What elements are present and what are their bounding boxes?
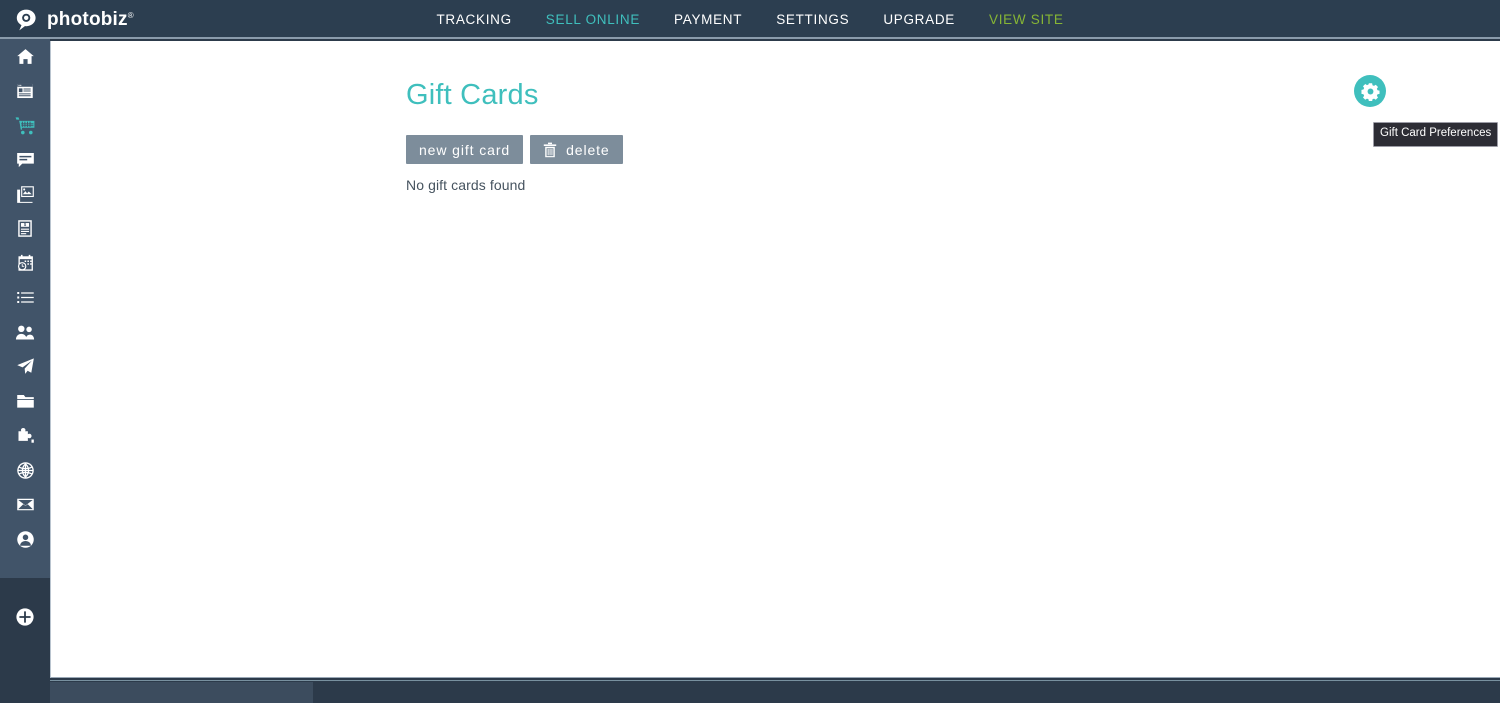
sidebar-item-account[interactable] xyxy=(0,522,50,557)
brand-logo[interactable]: photobiz xyxy=(14,0,134,39)
nav-item-tracking[interactable]: TRACKING xyxy=(436,0,511,39)
sidebar-item-domains[interactable] xyxy=(0,453,50,488)
sidebar-item-pages[interactable] xyxy=(0,74,50,109)
gift-card-preferences-tooltip: Gift Card Preferences xyxy=(1373,122,1499,147)
gear-icon xyxy=(1360,82,1380,101)
sidebar-item-blog[interactable] xyxy=(0,143,50,178)
calendar-clock-icon xyxy=(16,254,35,273)
invoice-dollar-icon: $ xyxy=(17,219,33,238)
scrollbar-corner xyxy=(0,678,50,703)
main-content-area: Gift Cards new gift card delete No gift … xyxy=(50,41,1500,678)
sidebar-item-contacts[interactable] xyxy=(0,315,50,350)
top-header-bar: photobiz TRACKING SELL ONLINE PAYMENT SE… xyxy=(0,0,1500,39)
shopping-cart-icon xyxy=(15,116,35,135)
sidebar-item-invoices[interactable]: $ xyxy=(0,212,50,247)
user-circle-icon xyxy=(16,530,35,549)
paper-plane-icon xyxy=(16,357,35,376)
home-icon xyxy=(16,47,35,66)
photobiz-logo-icon xyxy=(14,8,38,32)
sidebar-item-apps[interactable] xyxy=(0,419,50,454)
sidebar-item-scheduling[interactable] xyxy=(0,246,50,281)
plus-circle-icon xyxy=(15,607,35,627)
sidebar-item-marketing[interactable] xyxy=(0,350,50,385)
folder-icon xyxy=(16,393,35,409)
nav-item-sell-online[interactable]: SELL ONLINE xyxy=(546,0,640,39)
new-gift-card-button[interactable]: new gift card xyxy=(406,135,524,164)
sidebar-item-galleries[interactable] xyxy=(0,177,50,212)
delete-button-label: delete xyxy=(566,141,610,158)
list-icon xyxy=(16,290,35,305)
gift-card-preferences-button[interactable] xyxy=(1354,75,1386,107)
sidebar-item-files[interactable] xyxy=(0,384,50,419)
sidebar-item-add-new[interactable] xyxy=(0,600,50,635)
horizontal-scrollbar-track[interactable] xyxy=(50,680,1500,703)
nav-item-upgrade[interactable]: UPGRADE xyxy=(883,0,955,39)
puzzle-piece-icon xyxy=(16,427,35,445)
comment-bubble-icon xyxy=(16,151,35,169)
envelope-icon xyxy=(16,497,35,512)
horizontal-scrollbar-thumb[interactable] xyxy=(50,682,313,703)
browser-window-icon xyxy=(16,82,34,100)
delete-button[interactable]: delete xyxy=(530,135,623,164)
brand-name: photobiz xyxy=(47,10,134,29)
left-sidebar: $ xyxy=(0,39,50,703)
sidebar-item-lists[interactable] xyxy=(0,281,50,316)
people-icon xyxy=(15,324,35,341)
images-icon xyxy=(16,185,35,204)
sidebar-item-home[interactable] xyxy=(0,39,50,74)
app-root: photobiz TRACKING SELL ONLINE PAYMENT SE… xyxy=(0,0,1500,703)
page-title: Gift Cards xyxy=(406,79,539,111)
nav-item-settings[interactable]: SETTINGS xyxy=(776,0,849,39)
main-navigation: TRACKING SELL ONLINE PAYMENT SETTINGS UP… xyxy=(0,0,1500,39)
nav-item-payment[interactable]: PAYMENT xyxy=(674,0,742,39)
sidebar-item-email[interactable] xyxy=(0,488,50,523)
globe-icon xyxy=(16,461,35,480)
trash-icon xyxy=(543,142,557,158)
new-gift-card-button-label: new gift card xyxy=(419,141,511,158)
sidebar-item-sell-online[interactable] xyxy=(0,108,50,143)
action-button-row: new gift card delete xyxy=(406,135,623,164)
nav-item-view-site[interactable]: VIEW SITE xyxy=(989,0,1064,39)
empty-state-message: No gift cards found xyxy=(406,177,526,193)
sidebar-primary-section: $ xyxy=(0,39,50,578)
